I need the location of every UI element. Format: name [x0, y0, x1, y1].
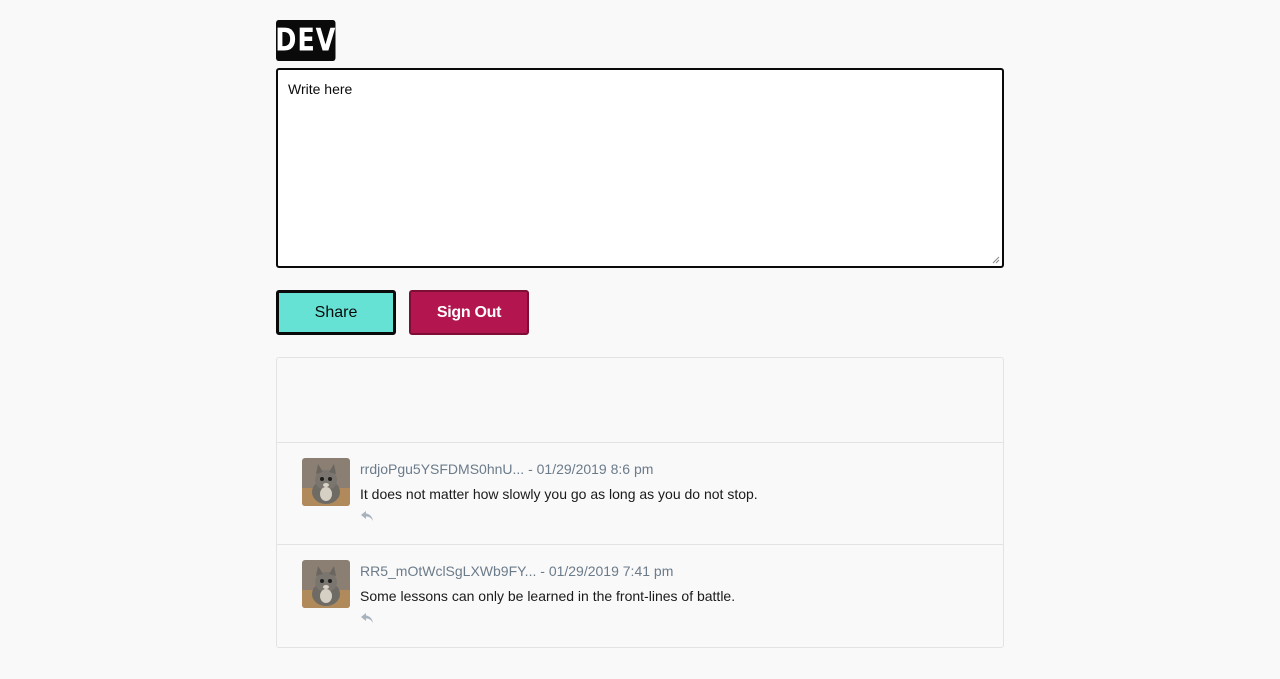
- comment-body: RR5_mOtWclSgLXWb9FY... - 01/29/2019 7:41…: [360, 560, 735, 647]
- meta-separator: -: [528, 461, 533, 477]
- meta-separator: -: [540, 563, 545, 579]
- comment-timestamp: 01/29/2019 8:6 pm: [536, 461, 654, 477]
- comment-meta: RR5_mOtWclSgLXWb9FY... - 01/29/2019 7:41…: [360, 563, 735, 579]
- comment-text: It does not matter how slowly you go as …: [360, 486, 758, 502]
- page-container: DEV Share Sign Out: [275, 0, 1004, 648]
- comment-text: Some lessons can only be learned in the …: [360, 588, 736, 604]
- comments-panel: rrdjoPgu5YSFDMS0hnU... - 01/29/2019 8:6 …: [276, 357, 1004, 648]
- reply-icon[interactable]: [360, 612, 374, 624]
- sign-out-button[interactable]: Sign Out: [409, 290, 529, 335]
- post-editor: [276, 68, 1004, 268]
- comment-username[interactable]: RR5_mOtWclSgLXWb9FY...: [360, 563, 536, 579]
- resize-grip-icon[interactable]: [992, 256, 1000, 264]
- comment-body: rrdjoPgu5YSFDMS0hnU... - 01/29/2019 8:6 …: [360, 458, 758, 544]
- cat-avatar-icon[interactable]: [302, 560, 350, 608]
- action-bar: Share Sign Out: [276, 290, 1004, 335]
- comment-meta: rrdjoPgu5YSFDMS0hnU... - 01/29/2019 8:6 …: [360, 461, 758, 477]
- logo-text: DEV: [275, 22, 337, 59]
- comment-timestamp: 01/29/2019 7:41 pm: [548, 563, 674, 579]
- comment-item: rrdjoPgu5YSFDMS0hnU... - 01/29/2019 8:6 …: [277, 443, 1003, 545]
- cat-avatar-icon[interactable]: [302, 458, 350, 506]
- comment-username[interactable]: rrdjoPgu5YSFDMS0hnU...: [360, 461, 524, 477]
- comments-header: [277, 358, 1003, 443]
- reply-icon[interactable]: [360, 510, 374, 522]
- share-button[interactable]: Share: [276, 290, 396, 335]
- comment-item: RR5_mOtWclSgLXWb9FY... - 01/29/2019 7:41…: [277, 545, 1003, 647]
- post-textarea[interactable]: [278, 70, 1002, 266]
- dev-logo[interactable]: DEV: [275, 20, 337, 61]
